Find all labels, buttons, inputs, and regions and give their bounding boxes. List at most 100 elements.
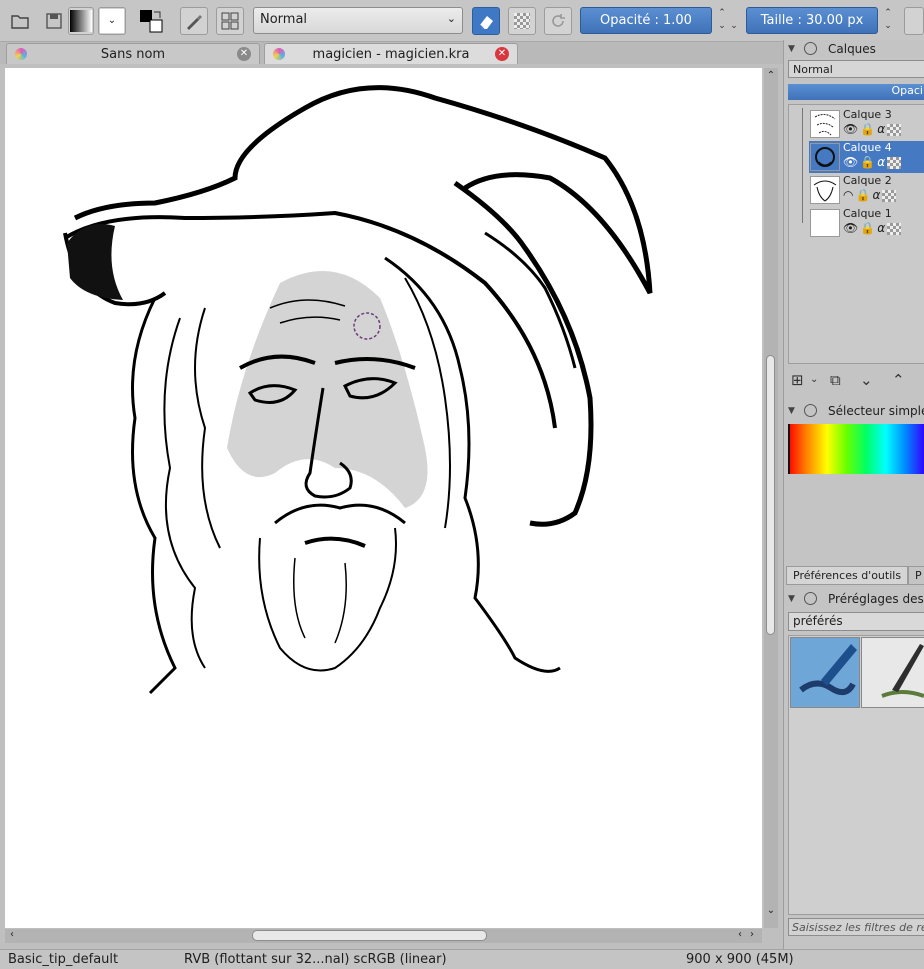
layer-row-calque-1[interactable]: Calque 1 👁🔒α xyxy=(809,207,924,239)
scroll-right-icon[interactable]: › xyxy=(745,929,759,940)
blend-mode-dropdown[interactable]: Normal ⌄ xyxy=(253,7,463,34)
current-brush-label: Basic_tip_default xyxy=(8,952,119,967)
alpha-icon[interactable]: α xyxy=(872,188,882,202)
main-toolbar: ⌄ Normal ⌄ Opacité : 1.00 ⌃ ⌄ ⌄ Taille : … xyxy=(0,0,924,42)
chevron-down-icon[interactable]: ⌄ xyxy=(810,374,818,385)
layer-thumbnail xyxy=(810,110,840,138)
foreground-background-color-icon[interactable] xyxy=(137,7,165,35)
tab-magicien[interactable]: magicien - magicien.kra ✕ xyxy=(264,43,518,64)
layer-blend-mode-value: Normal xyxy=(793,63,833,76)
close-tab-icon[interactable]: ✕ xyxy=(495,47,509,61)
alpha-icon[interactable]: α xyxy=(877,221,887,235)
preset-filter-placeholder: Saisissez les filtres de re xyxy=(792,921,924,934)
add-layer-icon[interactable]: ⊞ xyxy=(791,371,804,389)
size-spinner-icon[interactable]: ⌃ ⌄ xyxy=(881,7,895,35)
gradient-selector-icon[interactable] xyxy=(68,7,94,35)
layers-docker-title[interactable]: ▼ Calques xyxy=(784,40,924,60)
layer-properties: 👁🔒α xyxy=(843,155,902,169)
inherit-alpha-icon[interactable] xyxy=(882,189,897,202)
tab-label: P xyxy=(915,569,922,582)
layer-thumbnail xyxy=(810,209,840,237)
layer-row-calque-4[interactable]: Calque 4 👁🔒α xyxy=(809,141,924,173)
close-tab-icon[interactable]: ✕ xyxy=(237,47,251,61)
scroll-left-icon[interactable]: ‹ xyxy=(5,929,19,940)
color-selector-docker-title[interactable]: ▼ Sélecteur simple d xyxy=(784,402,924,422)
eye-icon[interactable]: 👁 xyxy=(843,122,860,136)
scroll-up-icon[interactable]: ⌃ xyxy=(764,70,778,81)
alpha-icon[interactable]: α xyxy=(877,155,887,169)
opacity-value: 1.00 xyxy=(663,13,692,28)
preset-filter-input[interactable]: Saisissez les filtres de re xyxy=(788,918,924,936)
lock-icon[interactable]: 🔒 xyxy=(860,155,877,169)
layer-opacity-slider[interactable]: Opaci xyxy=(788,84,924,100)
drawing-canvas[interactable] xyxy=(5,68,762,928)
preserve-alpha-button[interactable] xyxy=(508,7,536,35)
workspace-chooser-icon[interactable] xyxy=(216,7,244,35)
opacity-spinner-icon[interactable]: ⌃ ⌄ xyxy=(715,7,729,35)
pattern-selector-button[interactable]: ⌄ xyxy=(98,7,126,35)
inherit-alpha-icon[interactable] xyxy=(887,123,902,136)
lock-docker-icon[interactable] xyxy=(804,404,817,417)
open-document-icon[interactable] xyxy=(6,7,34,35)
layer-blend-mode-dropdown[interactable]: Normal xyxy=(788,60,924,78)
brush-presets-docker-title[interactable]: ▼ Préréglages des b xyxy=(784,590,924,610)
size-slider[interactable]: Taille : 30.00 px xyxy=(746,7,878,34)
hue-slider[interactable] xyxy=(788,424,924,474)
move-layer-down-icon[interactable]: ⌄ xyxy=(860,371,873,389)
brush-tool-options-icon[interactable] xyxy=(180,7,208,35)
brush-preset-ink-pen[interactable] xyxy=(790,637,860,708)
eye-icon[interactable]: 👁 xyxy=(843,221,860,235)
size-label: Taille : xyxy=(760,13,802,28)
vertical-scrollbar-thumb[interactable] xyxy=(766,355,775,635)
layer-name: Calque 3 xyxy=(843,108,892,121)
eraser-mode-button[interactable] xyxy=(472,7,500,35)
inherit-alpha-icon[interactable] xyxy=(887,156,902,169)
lock-icon[interactable]: 🔒 xyxy=(860,122,877,136)
brush-presets-title: Préréglages des b xyxy=(828,592,924,606)
preset-tag-value: préférés xyxy=(793,614,843,628)
reload-preset-button[interactable] xyxy=(544,7,572,35)
eye-icon[interactable]: 👁 xyxy=(843,155,860,169)
blend-mode-value: Normal xyxy=(260,12,308,27)
layer-tree-line xyxy=(802,108,803,223)
colorspace-label: RVB (flottant sur 32...nal) scRGB (linea… xyxy=(184,952,447,967)
opacity-slider[interactable]: Opacité : 1.00 xyxy=(580,7,712,34)
duplicate-layer-icon[interactable]: ⧉ xyxy=(830,371,841,389)
collapse-triangle-icon[interactable]: ▼ xyxy=(788,44,795,54)
layer-properties: 👁🔒α xyxy=(843,122,902,136)
lock-icon[interactable]: 🔒 xyxy=(855,188,872,202)
tab-sans-nom[interactable]: Sans nom ✕ xyxy=(6,43,260,64)
alpha-icon[interactable]: α xyxy=(877,122,887,136)
tab-label: Préférences d'outils xyxy=(793,569,902,582)
tab-tool-options[interactable]: Préférences d'outils xyxy=(786,566,909,585)
image-dimensions-label: 900 x 900 (45M) xyxy=(686,952,794,967)
layer-name: Calque 4 xyxy=(843,141,892,154)
scroll-down-icon[interactable]: ⌄ xyxy=(764,905,778,916)
lock-icon[interactable]: 🔒 xyxy=(860,221,877,235)
layer-row-calque-3[interactable]: Calque 3 👁🔒α xyxy=(809,108,924,140)
more-options-button[interactable] xyxy=(904,7,924,35)
layer-name: Calque 1 xyxy=(843,207,892,220)
horizontal-scrollbar-thumb[interactable] xyxy=(252,930,487,941)
krita-document-icon xyxy=(273,48,285,60)
collapse-triangle-icon[interactable]: ▼ xyxy=(788,594,795,604)
lock-docker-icon[interactable] xyxy=(804,592,817,605)
layers-title: Calques xyxy=(828,42,876,56)
tab-presets[interactable]: P xyxy=(908,566,924,585)
color-selector-title: Sélecteur simple d xyxy=(828,404,924,418)
opacity-label: Opacité : xyxy=(600,13,659,28)
layer-properties: 👁🔒α xyxy=(843,221,902,235)
preset-tag-dropdown[interactable]: préférés xyxy=(788,612,924,631)
size-value: 30.00 px xyxy=(805,13,864,28)
collapse-triangle-icon[interactable]: ▼ xyxy=(788,406,795,416)
layer-name: Calque 2 xyxy=(843,174,892,187)
hue-cursor[interactable] xyxy=(788,424,790,474)
save-icon[interactable] xyxy=(40,7,68,35)
eye-hidden-icon[interactable]: ◠ xyxy=(843,188,855,202)
chevron-down-icon[interactable]: ⌄ xyxy=(729,7,739,35)
inherit-alpha-icon[interactable] xyxy=(887,222,902,235)
lock-docker-icon[interactable] xyxy=(804,42,817,55)
brush-preset-paint-brush[interactable] xyxy=(861,637,924,708)
layer-row-calque-2[interactable]: Calque 2 ◠🔒α xyxy=(809,174,924,206)
move-layer-up-icon[interactable]: ⌃ xyxy=(892,371,905,389)
